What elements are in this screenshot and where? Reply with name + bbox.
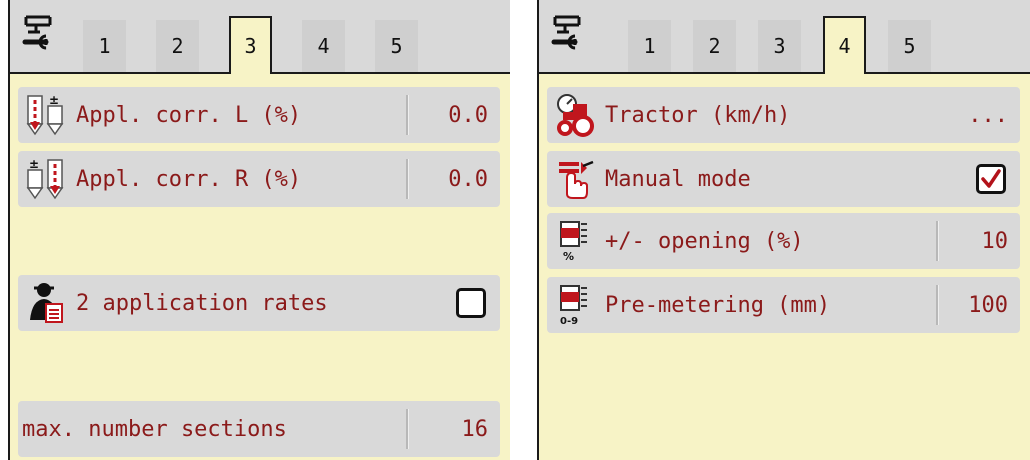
tab-3[interactable]: 3 <box>758 20 801 72</box>
tab-bar: 1 2 3 4 5 <box>537 0 1030 74</box>
tab-4[interactable]: 4 <box>823 16 866 74</box>
tractor-speed-row[interactable]: Tractor (km/h) ... <box>547 87 1020 143</box>
pre-metering-row[interactable]: 0-9 Pre-metering (mm) 100 <box>547 277 1020 333</box>
manual-mode-checkbox[interactable] <box>976 164 1006 194</box>
tab-5[interactable]: 5 <box>375 20 418 72</box>
svg-text:±: ± <box>49 93 59 107</box>
two-application-rates-row[interactable]: 2 application rates <box>18 275 500 331</box>
two-application-rates-label: 2 application rates <box>76 290 328 316</box>
pre-metering-value: 100 <box>968 292 1008 318</box>
max-number-sections-label: max. number sections <box>22 416 287 442</box>
tab-2[interactable]: 2 <box>693 20 736 72</box>
manual-mode-row[interactable]: Manual mode <box>547 151 1020 207</box>
max-number-sections-value: 16 <box>461 416 489 442</box>
opening-label: +/- opening (%) <box>605 228 804 254</box>
two-application-rates-checkbox[interactable] <box>456 288 486 318</box>
tab-2[interactable]: 2 <box>156 20 199 72</box>
manual-mode-label: Manual mode <box>605 166 751 192</box>
pre-metering-label: Pre-metering (mm) <box>605 292 831 318</box>
opening-icon-caption: % <box>563 250 574 263</box>
right-correction-icon: ± <box>26 157 64 200</box>
tractor-speed-label: Tractor (km/h) <box>605 102 791 128</box>
left-correction-icon: ± <box>26 93 64 136</box>
pre-metering-icon-caption: 0-9 <box>560 316 578 327</box>
operator-icon <box>30 283 63 323</box>
svg-text:±: ± <box>29 157 39 171</box>
manual-mode-icon <box>559 160 594 199</box>
settings-wrench-icon <box>551 15 581 50</box>
tab-bar: 1 2 3 4 5 <box>8 0 510 74</box>
pre-metering-icon: 0-9 <box>560 285 587 327</box>
max-number-sections-row[interactable]: max. number sections 16 <box>18 401 500 457</box>
tab-3[interactable]: 3 <box>229 16 272 74</box>
tab-1[interactable]: 1 <box>83 20 126 72</box>
tractor-speed-value: ... <box>968 102 1008 128</box>
appl-corr-r-row[interactable]: ± Appl. corr. R (%) 0.0 <box>18 151 500 207</box>
opening-row[interactable]: % +/- opening (%) 10 <box>547 213 1020 269</box>
tractor-icon <box>557 94 594 137</box>
settings-panel-right: 1 2 3 4 5 Tractor (km/h) ... Manual mode <box>537 0 1030 460</box>
opening-icon: % <box>560 221 587 263</box>
appl-corr-l-row[interactable]: ± Appl. corr. L (%) 0.0 <box>18 87 500 143</box>
checkmark-icon <box>981 169 1001 188</box>
appl-corr-l-label: Appl. corr. L (%) <box>76 102 302 128</box>
appl-corr-r-value: 0.0 <box>448 166 488 192</box>
appl-corr-l-value: 0.0 <box>448 102 488 128</box>
settings-panel-left: 1 2 3 4 5 ± Appl. corr. L (%) 0.0 ± Appl… <box>8 0 510 460</box>
tab-5[interactable]: 5 <box>888 20 931 72</box>
tab-4[interactable]: 4 <box>302 20 345 72</box>
opening-value: 10 <box>981 228 1009 254</box>
settings-wrench-icon <box>22 15 52 50</box>
tab-1[interactable]: 1 <box>628 20 671 72</box>
appl-corr-r-label: Appl. corr. R (%) <box>76 166 302 192</box>
